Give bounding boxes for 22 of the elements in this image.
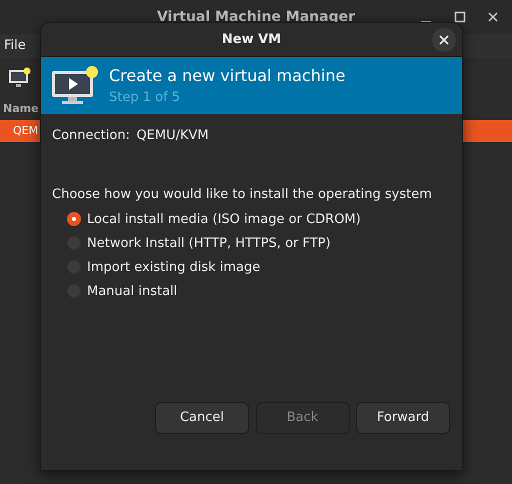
option-label[interactable]: Local install media (ISO image or CDROM) (87, 210, 361, 229)
monitor-icon (51, 64, 99, 106)
window-title: Virtual Machine Manager (156, 8, 356, 26)
step-label: Step 1 of 5 (109, 88, 182, 107)
connection-label: Connection: (52, 127, 130, 145)
option-label[interactable]: Network Install (HTTP, HTTPS, or FTP) (87, 234, 331, 253)
banner-title: Create a new virtual machine (109, 64, 346, 87)
cancel-button[interactable]: Cancel (155, 402, 249, 434)
close-icon (439, 35, 449, 45)
option-label[interactable]: Import existing disk image (87, 258, 260, 277)
dialog-title: New VM (222, 30, 282, 49)
new-vm-icon[interactable] (8, 67, 32, 89)
menu-item[interactable]: File (4, 36, 26, 56)
close-icon[interactable] (486, 10, 500, 24)
forward-button[interactable]: Forward (356, 402, 450, 434)
close-button[interactable] (432, 28, 456, 52)
maximize-icon[interactable] (452, 10, 466, 24)
connection-value: QEMU/KVM (136, 127, 209, 145)
prompt-text: Choose how you would like to install the operating system (52, 186, 433, 204)
radio-button[interactable] (67, 212, 81, 226)
option-label[interactable]: Manual install (87, 282, 178, 301)
column-header: Name (2, 100, 40, 117)
